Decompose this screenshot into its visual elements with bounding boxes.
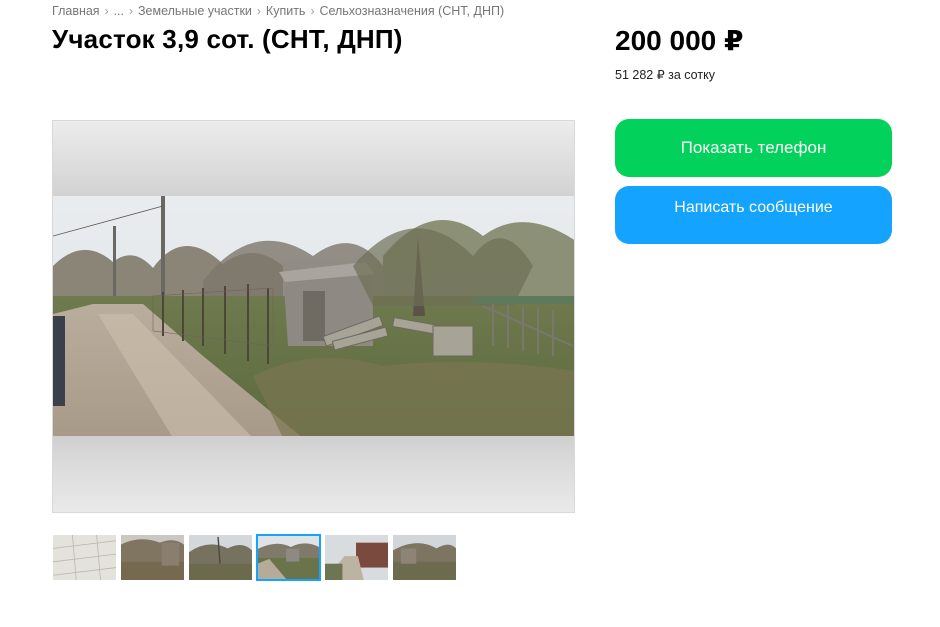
thumbnail-5[interactable] [324,534,389,581]
breadcrumb-item-ellipsis[interactable]: ... [114,4,124,18]
price-per-unit: 51 282 ₽ за сотку [615,68,715,82]
breadcrumb-separator: › [129,4,133,18]
breadcrumb-separator: › [104,4,109,18]
thumbnail-3[interactable] [188,534,253,581]
gallery-blur-top [53,121,574,196]
breadcrumb-separator: › [310,4,315,18]
thumbnail-strip [52,534,457,581]
breadcrumb-item-home[interactable]: Главная [52,4,100,18]
main-photo[interactable] [53,196,575,438]
breadcrumb-item-land-plots[interactable]: Земельные участки [138,4,252,18]
write-message-button[interactable]: Написать сообщение [615,186,892,244]
breadcrumb-item-agricultural[interactable]: Сельхозназначения (СНТ, ДНП) [319,4,504,18]
listing-price: 200 000 ₽ [615,25,744,56]
page-title: Участок 3,9 сот. (СНТ, ДНП) [52,24,403,54]
thumbnail-2[interactable] [120,534,185,581]
show-phone-button[interactable]: Показать телефон [615,119,892,177]
gallery-blur-bottom [53,436,574,512]
thumbnail-4-active[interactable] [256,534,321,581]
thumbnail-6[interactable] [392,534,457,581]
photo-gallery[interactable] [52,120,575,513]
breadcrumb-separator: › [256,4,261,18]
listing-page: Главная › ... › Земельные участки › Купи… [0,0,940,627]
breadcrumb-item-buy[interactable]: Купить [266,4,306,18]
thumbnail-1[interactable] [52,534,117,581]
breadcrumb: Главная › ... › Земельные участки › Купи… [52,4,504,18]
